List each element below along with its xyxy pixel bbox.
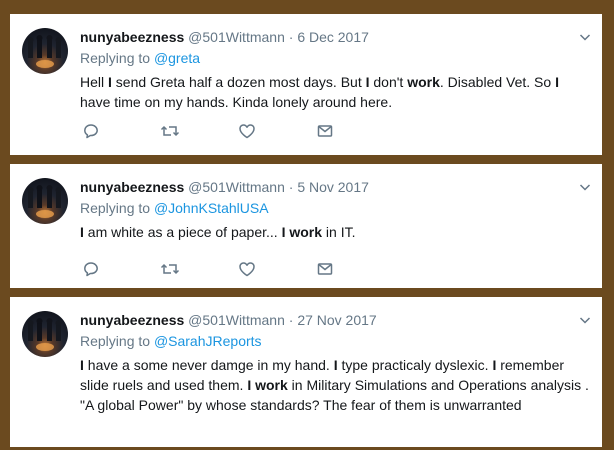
tweet-card[interactable]: nunyabeezness @501Wittmann · 27 Nov 2017… [10,297,602,447]
replying-label: Replying to [80,333,154,349]
tweet-text-segment: am white as a piece of paper... [83,224,282,240]
display-name[interactable]: nunyabeezness [80,29,184,45]
tweet-card[interactable]: nunyabeezness @501Wittmann · 6 Dec 2017 R… [10,14,602,155]
display-name[interactable]: nunyabeezness [80,179,184,195]
tweet-text-segment: . Disabled Vet. So [439,74,556,90]
message-icon[interactable] [316,260,394,278]
tweet-text-segment: have a some never damge in my hand. [83,357,334,373]
tweet-text-segment: don't [369,74,408,90]
replying-label: Replying to [80,50,154,66]
tweet-text-segment: send Greta half a dozen most days. But [111,74,366,90]
tweet-date[interactable]: 27 Nov 2017 [297,312,376,328]
tweet-text-segment: have time on my hands. Kinda lonely arou… [80,94,393,110]
avatar[interactable] [22,311,68,357]
tweet-text-segment: work [407,74,440,90]
tweet-text-segment: in IT. [322,224,356,240]
tweet-text-segment: work [255,377,288,393]
reply-mention-link[interactable]: @JohnKStahlUSA [154,200,269,216]
tweet-text: I have a some never damge in my hand. I … [80,355,592,415]
tweet-text-segment: type practicaly dyslexic. [337,357,493,373]
replying-to: Replying to @greta [80,49,592,67]
separator: · [288,312,294,328]
tweet-actions [82,122,394,140]
tweet-header: nunyabeezness @501Wittmann · 6 Dec 2017 [80,28,592,46]
tweet-text: Hell I send Greta half a dozen most days… [80,72,592,112]
tweet-text-segment: I [555,74,559,90]
retweet-icon[interactable] [160,122,238,140]
tweet-date[interactable]: 5 Nov 2017 [297,179,369,195]
like-icon[interactable] [238,122,316,140]
avatar[interactable] [22,28,68,74]
handle[interactable]: @501Wittmann [188,29,285,45]
like-icon[interactable] [238,260,316,278]
reply-mention-link[interactable]: @greta [154,50,200,66]
replying-to: Replying to @SarahJReports [80,332,592,350]
reply-icon[interactable] [82,260,160,278]
reply-mention-link[interactable]: @SarahJReports [154,333,262,349]
tweet-text-segment: Hell [80,74,109,90]
tweet-header: nunyabeezness @501Wittmann · 27 Nov 2017 [80,311,592,329]
tweet-text: I am white as a piece of paper... I work… [80,222,592,242]
display-name[interactable]: nunyabeezness [80,312,184,328]
retweet-icon[interactable] [160,260,238,278]
tweet-text-segment: work [289,224,323,240]
tweet-card[interactable]: nunyabeezness @501Wittmann · 5 Nov 2017 R… [10,164,602,288]
reply-icon[interactable] [82,122,160,140]
tweet-actions [82,260,394,278]
tweet-date[interactable]: 6 Dec 2017 [297,29,369,45]
handle[interactable]: @501Wittmann [188,312,285,328]
separator: · [288,29,294,45]
replying-label: Replying to [80,200,154,216]
replying-to: Replying to @JohnKStahlUSA [80,199,592,217]
avatar[interactable] [22,178,68,224]
tweet-header: nunyabeezness @501Wittmann · 5 Nov 2017 [80,178,592,196]
handle[interactable]: @501Wittmann [188,179,285,195]
separator: · [288,179,294,195]
message-icon[interactable] [316,122,394,140]
